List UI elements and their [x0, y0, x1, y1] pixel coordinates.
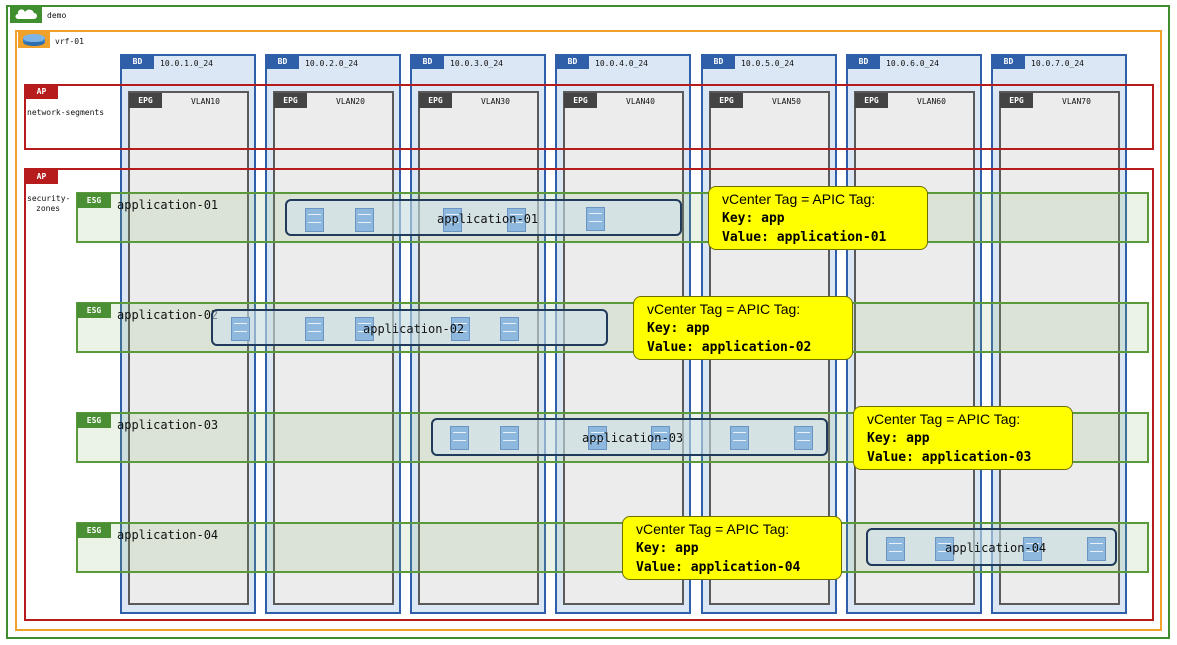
callout-value: Value: application-03 — [867, 450, 1032, 465]
callout-value: Value: application-02 — [647, 340, 812, 355]
ap-name-line1: security- — [27, 194, 71, 203]
server-icon[interactable] — [794, 426, 813, 450]
ap-tag: AP — [25, 85, 58, 99]
vrf-name: vrf-01 — [55, 37, 84, 46]
esg-tag: ESG — [77, 193, 111, 208]
router-icon — [18, 32, 50, 48]
bd-tag: BD — [847, 55, 880, 69]
esg-tag: ESG — [77, 303, 111, 318]
callout-value: Value: application-01 — [722, 230, 887, 245]
tag-callout: vCenter Tag = APIC Tag: Key: app Value: ap… — [853, 406, 1073, 470]
ap-network-segments — [24, 84, 1154, 150]
server-icon[interactable] — [355, 208, 374, 232]
cloud-icon — [10, 7, 42, 23]
bd-tag: BD — [992, 55, 1025, 69]
bd-tag: BD — [702, 55, 735, 69]
application-group-label: application-01 — [437, 212, 539, 226]
tag-callout: vCenter Tag = APIC Tag: Key: app Value: ap… — [708, 186, 928, 250]
bd-tag: BD — [266, 55, 299, 69]
bd-subnet: 10.0.2.0_24 — [305, 59, 358, 68]
bd-tag: BD — [556, 55, 589, 69]
esg-tag: ESG — [77, 523, 111, 538]
server-icon[interactable] — [730, 426, 749, 450]
callout-key: Key: app — [647, 321, 710, 336]
server-icon[interactable] — [886, 537, 905, 561]
server-icon[interactable] — [500, 426, 519, 450]
esg-name: application-01 — [117, 198, 219, 212]
server-icon[interactable] — [305, 208, 324, 232]
bd-tag: BD — [411, 55, 444, 69]
server-icon[interactable] — [1087, 537, 1106, 561]
bd-subnet: 10.0.3.0_24 — [450, 59, 503, 68]
bd-subnet: 10.0.5.0_24 — [741, 59, 794, 68]
callout-value: Value: application-04 — [636, 560, 801, 575]
ap-tag: AP — [25, 170, 58, 184]
application-group-label: application-02 — [363, 322, 465, 336]
ap-name: network-segments — [27, 108, 105, 117]
tag-callout: vCenter Tag = APIC Tag: Key: app Value: ap… — [633, 296, 853, 360]
esg-name: application-02 — [117, 308, 219, 322]
bd-subnet: 10.0.4.0_24 — [595, 59, 648, 68]
application-group-label: application-04 — [945, 541, 1047, 555]
callout-title: vCenter Tag = APIC Tag: — [647, 301, 801, 317]
ap-name-line2: zones — [36, 204, 61, 213]
bd-subnet: 10.0.7.0_24 — [1031, 59, 1084, 68]
esg-name: application-04 — [117, 528, 219, 542]
callout-title: vCenter Tag = APIC Tag: — [636, 521, 790, 537]
esg-name: application-03 — [117, 418, 219, 432]
callout-key: Key: app — [636, 541, 699, 556]
bd-tag: BD — [121, 55, 154, 69]
bd-subnet: 10.0.1.0_24 — [160, 59, 213, 68]
callout-key: Key: app — [722, 211, 785, 226]
callout-title: vCenter Tag = APIC Tag: — [722, 191, 876, 207]
esg-tag: ESG — [77, 413, 111, 428]
server-icon[interactable] — [231, 317, 250, 341]
server-icon[interactable] — [305, 317, 324, 341]
application-group-label: application-03 — [582, 431, 684, 445]
server-icon[interactable] — [586, 207, 605, 231]
tenant-name: demo — [47, 11, 67, 20]
bd-subnet: 10.0.6.0_24 — [886, 59, 939, 68]
callout-title: vCenter Tag = APIC Tag: — [867, 411, 1021, 427]
tag-callout: vCenter Tag = APIC Tag: Key: app Value: ap… — [622, 516, 842, 580]
server-icon[interactable] — [450, 426, 469, 450]
server-icon[interactable] — [500, 317, 519, 341]
callout-key: Key: app — [867, 431, 930, 446]
